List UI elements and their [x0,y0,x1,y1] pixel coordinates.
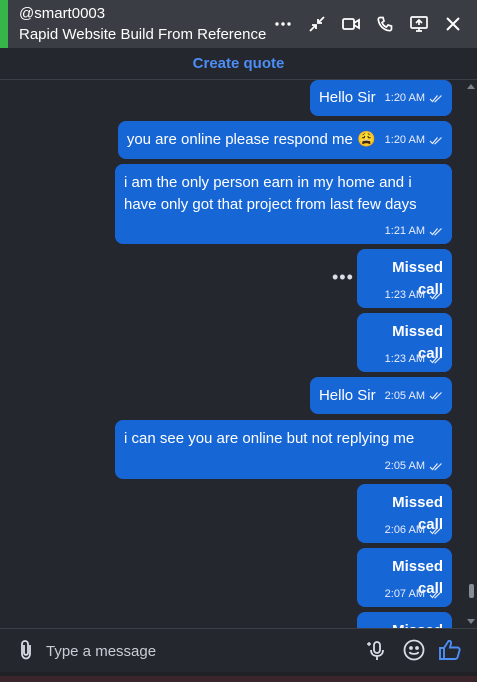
message-time: 2:07 AM [384,588,425,600]
chat-header: @smart0003 Rapid Website Build From Refe… [0,0,477,48]
video-call-icon[interactable] [341,14,361,34]
message-meta: 2:05 AM [385,460,443,472]
double-check-icon [429,590,442,599]
thumbs-up-icon[interactable] [438,638,462,667]
message-text: Hello Sir [318,89,376,106]
message-bubble[interactable]: Hello Sir 2:05 AM [309,377,452,414]
scroll-down-arrow-icon[interactable] [467,619,475,624]
message-text: i am the only person earn in my home and… [124,174,417,213]
create-quote-link[interactable]: Create quote [193,55,285,72]
message-options-icon[interactable]: ••• [332,267,354,288]
message-bubble[interactable]: i am the only person earn in my home and… [115,164,452,244]
close-icon[interactable] [443,14,463,34]
missed-call-bubble[interactable]: Missed call [357,612,452,628]
message-list[interactable]: Hello Sir 1:20 AM you are online please … [0,80,477,628]
message-meta: 2:06 AM [385,524,443,536]
message-time: 1:20 AM [384,92,425,104]
double-check-icon [429,94,442,103]
message-time: 1:23 AM [384,353,425,365]
voice-message-icon[interactable] [366,639,388,668]
double-check-icon [429,227,442,236]
double-check-icon [429,136,442,145]
message-meta: 2:05 AM [385,390,443,402]
header-actions [273,14,463,34]
double-check-icon [429,355,442,364]
message-input[interactable] [46,639,346,663]
missed-call-bubble[interactable]: Missed call 2:07 AM [357,548,452,607]
message-bubble[interactable]: you are online please respond me 😩 1:20 … [117,121,452,159]
chat-username[interactable]: @smart0003 [19,5,105,22]
create-quote-bar: Create quote [0,48,477,80]
missed-call-label: Missed call [366,620,443,628]
message-composer [0,628,477,672]
phone-icon[interactable] [375,14,395,34]
message-meta: 2:07 AM [385,588,443,600]
scrollbar-thumb[interactable] [469,584,474,598]
message-time: 1:20 AM [384,134,425,146]
scroll-up-arrow-icon[interactable] [467,84,475,89]
message-text: Hello Sir [318,386,376,404]
message-bubble[interactable]: i can see you are online but not replyin… [115,420,452,479]
message-meta: 1:21 AM [385,225,443,237]
message-meta: 1:23 AM [385,353,443,365]
message-meta: 1:20 AM [385,134,443,146]
taskbar-highlight [0,676,477,682]
message-time: 2:05 AM [384,389,425,402]
missed-call-bubble[interactable]: Missed call 2:06 AM [357,484,452,543]
missed-call-bubble[interactable]: Missed call 1:23 AM [357,249,452,308]
message-time: 1:21 AM [384,225,425,237]
message-meta: 1:23 AM [385,289,443,301]
message-text: i can see you are online but not replyin… [124,430,415,447]
window-bottom-edge [0,672,477,682]
paperclip-icon[interactable] [17,639,35,666]
message-bubble[interactable]: Hello Sir 1:20 AM [309,80,452,116]
more-icon[interactable] [273,14,293,34]
double-check-icon [429,291,442,300]
message-meta: 1:20 AM [385,92,443,104]
online-accent-bar [0,0,8,48]
emoji-icon[interactable] [403,639,425,666]
double-check-icon [429,462,442,471]
screen-share-icon[interactable] [409,14,429,34]
minimize-icon[interactable] [307,14,327,34]
message-time: 2:06 AM [384,524,425,536]
message-time: 1:23 AM [384,289,425,301]
message-time: 2:05 AM [384,460,425,472]
message-text: you are online please respond me 😩 [126,131,376,148]
double-check-icon [429,526,442,535]
missed-call-bubble[interactable]: Missed call 1:23 AM [357,313,452,372]
double-check-icon [429,392,442,400]
message-scrollbar[interactable] [467,84,475,624]
chat-project-title[interactable]: Rapid Website Build From Reference [19,26,266,43]
